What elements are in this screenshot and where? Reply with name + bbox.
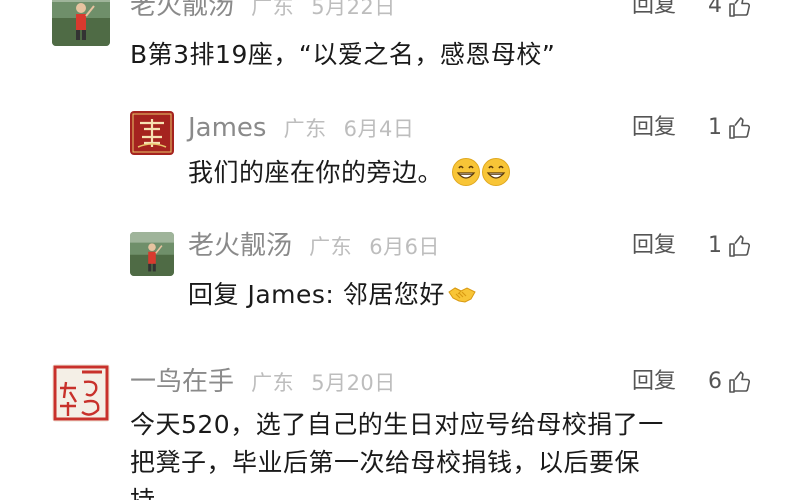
mention-link[interactable]: James bbox=[247, 280, 325, 309]
avatar[interactable] bbox=[130, 111, 174, 155]
comment-text: B第3排19座，“以爱之名，感恩母校” bbox=[130, 40, 556, 69]
comment-region: 广东 bbox=[283, 117, 327, 141]
thumbs-up-icon[interactable] bbox=[728, 234, 752, 258]
reply-button[interactable]: 回复 bbox=[632, 226, 676, 266]
thumbs-up-icon[interactable] bbox=[728, 116, 752, 140]
comment-date: 6月4日 bbox=[343, 117, 415, 141]
thumbs-up-icon[interactable] bbox=[728, 370, 752, 394]
comment-meta: 一鸟在手 广东 5月20日 bbox=[130, 362, 396, 402]
reply-meta: James 广东 6月4日 bbox=[188, 108, 414, 148]
comment-text: 今天520，选了自己的生日对应号给母校捐了一 把凳子，毕业后第一次给母校捐钱，以… bbox=[130, 406, 664, 500]
reply-text: 我们的座在你的旁边。 bbox=[188, 154, 511, 192]
reply-button[interactable]: 回复 bbox=[632, 0, 676, 26]
comment-text-line: 持。 bbox=[130, 482, 664, 500]
reply-meta: 老火靓汤 广东 6月6日 bbox=[188, 226, 440, 266]
like-count: 6 bbox=[708, 369, 722, 394]
comment-region: 广东 bbox=[251, 371, 295, 395]
grin-emoji-icon bbox=[452, 158, 481, 186]
calligraphy-seal-avatar-icon bbox=[52, 364, 110, 422]
comment-date: 5月22日 bbox=[311, 0, 396, 19]
comment-text-line: 把凳子，毕业后第一次给母校捐钱，以后要保 bbox=[130, 448, 641, 477]
handshake-emoji-icon bbox=[448, 287, 476, 303]
reply-prefix: 回复 bbox=[188, 280, 240, 309]
author-name[interactable]: James bbox=[188, 113, 266, 143]
comment-meta: 老火靓汤 广东 5月22日 bbox=[130, 0, 396, 26]
avatar[interactable] bbox=[130, 232, 174, 276]
reply-text: 回复 James: 邻居您好 bbox=[188, 276, 479, 314]
comment-text-line: 今天520，选了自己的生日对应号给母校捐了一 bbox=[130, 410, 664, 439]
avatar[interactable] bbox=[52, 364, 110, 422]
reply-button[interactable]: 回复 bbox=[632, 108, 676, 148]
avatar[interactable] bbox=[52, 0, 110, 46]
like-count: 1 bbox=[708, 233, 722, 258]
person-photo-avatar-icon bbox=[52, 0, 110, 46]
reply-button[interactable]: 回复 bbox=[632, 362, 676, 402]
comment-date: 5月20日 bbox=[311, 371, 396, 395]
red-emblem-avatar-icon bbox=[130, 111, 174, 155]
reply-text-content: 我们的座在你的旁边。 bbox=[188, 158, 444, 187]
author-name[interactable]: 一鸟在手 bbox=[130, 367, 234, 397]
author-name[interactable]: 老火靓汤 bbox=[188, 231, 292, 261]
grin-emoji-icon bbox=[482, 158, 511, 186]
comment-region: 广东 bbox=[251, 0, 295, 19]
thumbs-up-icon[interactable] bbox=[728, 0, 752, 18]
reply-text-content: 邻居您好 bbox=[342, 280, 445, 309]
comment-actions: 回复 4 bbox=[632, 0, 752, 26]
person-photo-avatar-icon bbox=[130, 232, 174, 276]
like-count: 4 bbox=[708, 0, 722, 18]
like-count: 1 bbox=[708, 115, 722, 140]
comment-date: 6月6日 bbox=[369, 235, 440, 259]
author-name[interactable]: 老火靓汤 bbox=[130, 0, 234, 21]
reply-actions: 回复 1 bbox=[632, 108, 752, 148]
comment-thread: 老火靓汤 广东 5月22日 回复 4 B第3排19座，“以爱之名，感恩母校” J… bbox=[0, 0, 800, 500]
comment-region: 广东 bbox=[309, 235, 353, 259]
comment-actions: 回复 6 bbox=[632, 362, 752, 402]
reply-colon: : bbox=[325, 280, 335, 309]
reply-actions: 回复 1 bbox=[632, 226, 752, 266]
